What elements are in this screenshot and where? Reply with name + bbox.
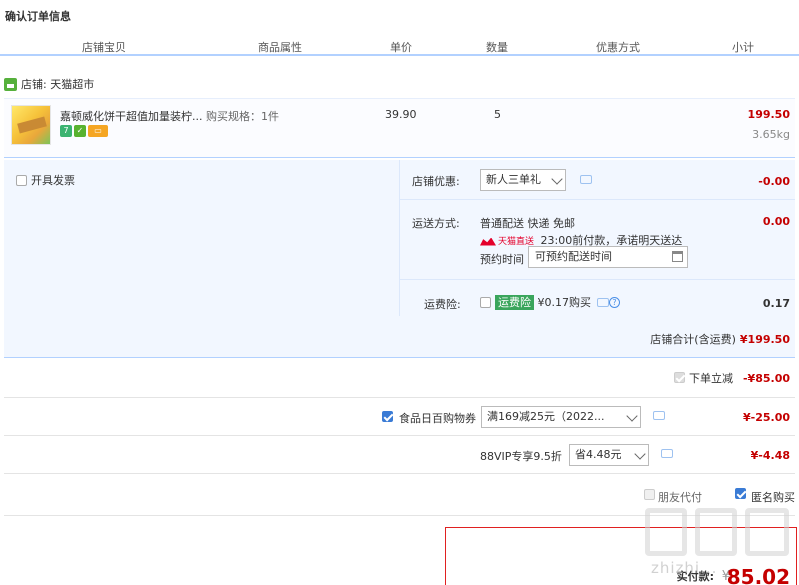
chevron-down-icon	[626, 410, 638, 422]
col-header-qty: 数量	[486, 41, 508, 54]
shop-total: 店铺合计(含运费) ¥199.50	[650, 331, 790, 347]
shop-row: 店铺: 天猫超市	[4, 76, 94, 92]
shop-discount-value: 新人三单礼	[486, 173, 541, 186]
vip-value: 省4.48元	[575, 448, 622, 461]
coupon-select[interactable]: 满169减25元（2022...	[481, 406, 641, 428]
insurance-offer: 运费险 ¥0.17购买	[495, 294, 591, 310]
reserve-time-label: 预约时间	[480, 253, 524, 266]
guarantee-icon[interactable]: ✓	[74, 125, 86, 137]
instant-discount-label: 下单立减	[689, 372, 733, 385]
col-header-attr: 商品属性	[258, 41, 302, 54]
seven-day-return-icon[interactable]: 7	[60, 125, 72, 137]
insurance-price: ¥0.17购买	[537, 296, 592, 309]
chat-icon[interactable]	[653, 411, 665, 420]
invoice-checkbox[interactable]	[16, 174, 27, 186]
friend-pay-label[interactable]: 朋友代付	[658, 489, 702, 505]
insurance-tag: 运费险	[495, 295, 534, 310]
shipping-method: 普通配送 快递 免邮	[480, 217, 575, 230]
calendar-icon[interactable]	[672, 251, 683, 262]
tmall-direct-tag: 天猫直送	[480, 234, 534, 247]
shop-icon	[4, 77, 17, 91]
invoice-area: 开具发票	[4, 160, 400, 316]
chat-icon[interactable]	[661, 449, 673, 458]
item-subtotal: 199.50	[747, 108, 790, 121]
insurance-label: 运费险:	[424, 298, 461, 311]
coupon-value: 满169减25元（2022...	[487, 410, 605, 423]
table-header: 店铺宝贝 商品属性 单价 数量 优惠方式 小计	[0, 38, 799, 56]
order-options-panel: 开具发票 店铺优惠: 新人三单礼 -0.00 运送方式: 普通配送 快递 免邮 …	[4, 160, 795, 358]
unit-price: 39.90	[385, 108, 417, 121]
coupon-amount: ¥-25.00	[742, 411, 790, 424]
quantity: 5	[494, 108, 501, 121]
insurance-amount: 0.17	[762, 297, 790, 310]
chat-icon[interactable]	[580, 175, 592, 184]
payment-amount: 85.02	[726, 565, 790, 585]
vip-select[interactable]: 省4.48元	[569, 444, 649, 466]
chat-icon[interactable]	[597, 298, 609, 307]
help-icon[interactable]: ?	[609, 297, 620, 308]
card-pay-icon[interactable]: ▭	[88, 125, 108, 137]
item-weight: 3.65kg	[752, 128, 790, 141]
shop-discount-row: 店铺优惠: 新人三单礼 -0.00	[400, 160, 795, 200]
vip-amount: ¥-4.48	[750, 449, 790, 462]
invoice-label: 开具发票	[31, 174, 75, 187]
product-spec: 购买规格：1件	[206, 110, 279, 123]
page-title: 确认订单信息	[5, 10, 71, 23]
shipping-label: 运送方式:	[412, 217, 460, 230]
shop-discount-label: 店铺优惠:	[412, 175, 460, 188]
instant-discount-checkbox	[674, 372, 685, 383]
anonymous-checkbox[interactable]	[735, 488, 746, 499]
col-header-item: 店铺宝贝	[82, 41, 126, 54]
payment-options-row: 朋友代付 匿名购买	[4, 474, 795, 516]
invoice-option[interactable]: 开具发票	[16, 172, 75, 188]
vip-row: 88VIP专享9.5折 省4.48元 ¥-4.48	[4, 436, 795, 474]
chevron-down-icon	[634, 448, 646, 460]
order-item-row: 嘉顿威化饼干超值加量装柠... 购买规格：1件 7 ✓ ▭ 39.90 5 19…	[4, 98, 795, 158]
insurance-row: 运费险: 运费险 ¥0.17购买 ? 0.17	[400, 280, 795, 316]
product-thumbnail[interactable]	[11, 105, 51, 145]
shipping-row: 运送方式: 普通配送 快递 免邮 天猫直送 23:00前付款，承诺明天送达 预约…	[400, 200, 795, 280]
col-header-price: 单价	[390, 41, 412, 54]
shipping-amount: 0.00	[762, 215, 790, 228]
col-header-subtotal: 小计	[732, 41, 754, 54]
shop-total-value: ¥199.50	[739, 333, 790, 346]
shop-discount-amount: -0.00	[758, 175, 790, 188]
instant-discount-row: 下单立减 -¥85.00	[4, 360, 795, 398]
friend-pay-checkbox[interactable]	[644, 489, 655, 500]
product-badges: 7 ✓ ▭	[60, 125, 108, 137]
shop-discount-select[interactable]: 新人三单礼	[480, 169, 566, 191]
reserve-time-input[interactable]: 可预约配送时间	[528, 246, 688, 268]
payment-label: 实付款:	[676, 570, 714, 583]
payment-summary-box: 实付款: ¥ 85.02	[445, 527, 797, 585]
product-title-line: 嘉顿威化饼干超值加量装柠... 购买规格：1件	[60, 108, 279, 124]
coupon-checkbox[interactable]	[382, 411, 393, 422]
shop-total-label: 店铺合计(含运费)	[650, 333, 736, 346]
product-title[interactable]: 嘉顿威化饼干超值加量装柠...	[60, 110, 203, 123]
coupon-row: 食品日百购物券 满169减25元（2022... ¥-25.00	[4, 398, 795, 436]
vip-label: 88VIP专享9.5折	[480, 450, 562, 463]
col-header-discount: 优惠方式	[596, 41, 640, 54]
coupon-label: 食品日百购物券	[399, 412, 476, 425]
instant-discount-value: -¥85.00	[742, 372, 790, 385]
shop-label[interactable]: 店铺: 天猫超市	[21, 76, 94, 92]
anonymous-label[interactable]: 匿名购买	[751, 489, 795, 505]
reserve-time-placeholder: 可预约配送时间	[535, 250, 612, 263]
insurance-checkbox[interactable]	[480, 297, 491, 308]
chevron-down-icon	[551, 173, 563, 185]
